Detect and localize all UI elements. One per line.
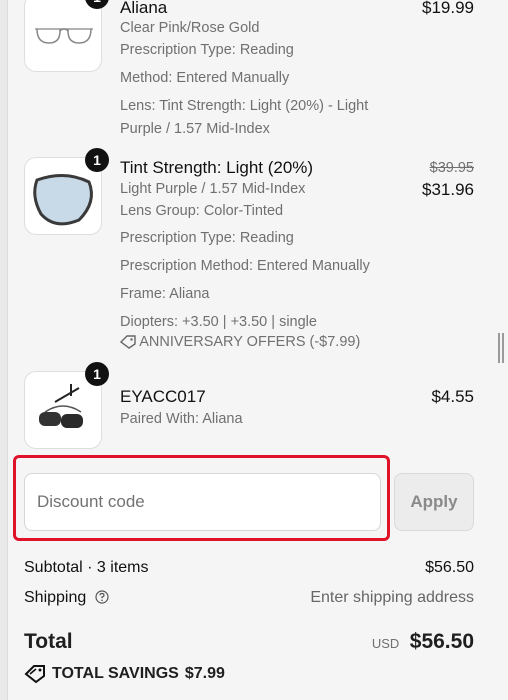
subtotal-label: Subtotal · 3 items — [24, 559, 149, 576]
item-detail: Paired With: Aliana — [120, 411, 243, 427]
savings-label: TOTAL SAVINGS — [52, 665, 179, 682]
discount-code-input[interactable] — [24, 473, 381, 531]
subtotal-row: Subtotal · 3 items $56.50 — [24, 559, 474, 577]
quantity-badge: 1 — [85, 148, 109, 172]
total-savings: TOTAL SAVINGS $7.99 — [24, 664, 225, 684]
offer-line: ANNIVERSARY OFFERS (-$7.99) — [120, 334, 360, 350]
apply-discount-button[interactable]: Apply — [394, 473, 474, 531]
total-value-group: USD $56.50 — [372, 630, 474, 654]
item-detail: Purple / 1.57 Mid-Index — [120, 121, 270, 137]
item-title: EYACC017 — [120, 387, 206, 406]
product-thumbnail: 1 — [24, 148, 109, 235]
item-detail: Frame: Aliana — [120, 286, 210, 302]
item-detail: Prescription Type: Reading — [120, 42, 294, 58]
item-price: $4.55 — [431, 387, 474, 406]
subtotal-value: $56.50 — [425, 559, 474, 576]
shipping-label: Shipping — [24, 589, 87, 606]
product-thumbnail: 1 — [24, 362, 109, 449]
order-summary-panel: 1 Aliana $19.99 Clear Pink/Rose Gold Pre… — [8, 0, 508, 700]
savings-value: $7.99 — [184, 665, 225, 682]
shipping-row: Shipping Enter shipping address — [24, 589, 474, 607]
tag-icon — [120, 335, 136, 350]
item-detail: Diopters: +3.50 | +3.50 | single — [120, 314, 317, 330]
total-value: $56.50 — [409, 630, 474, 653]
item-detail: Method: Entered Manually — [120, 70, 290, 86]
glasses-icon — [35, 28, 93, 44]
quantity-badge: 1 — [85, 362, 109, 386]
shipping-value: Enter shipping address — [310, 589, 474, 606]
product-thumbnail: 1 — [24, 0, 109, 72]
item-detail: Prescription Type: Reading — [120, 230, 294, 246]
item-detail: Light Purple / 1.57 Mid-Index — [120, 181, 306, 197]
currency-code: USD — [371, 636, 400, 651]
item-price: $19.99 — [422, 0, 474, 17]
item-detail: Clear Pink/Rose Gold — [120, 20, 260, 36]
item-detail: Lens: Tint Strength: Light (20%) - Light — [120, 98, 369, 114]
total-label: Total — [24, 630, 73, 653]
scrollbar-handle[interactable] — [498, 333, 504, 363]
item-original-price: $39.95 — [429, 160, 474, 176]
item-detail: Prescription Method: Entered Manually — [120, 258, 370, 274]
item-price: $31.96 — [422, 180, 474, 199]
item-title: Tint Strength: Light (20%) — [120, 158, 314, 177]
help-icon[interactable] — [95, 590, 109, 604]
left-edge-strip — [0, 0, 8, 700]
tag-icon — [24, 665, 45, 684]
item-title: Aliana — [120, 0, 168, 17]
offer-text: ANNIVERSARY OFFERS (-$7.99) — [139, 334, 361, 350]
item-detail: Lens Group: Color-Tinted — [120, 203, 284, 219]
